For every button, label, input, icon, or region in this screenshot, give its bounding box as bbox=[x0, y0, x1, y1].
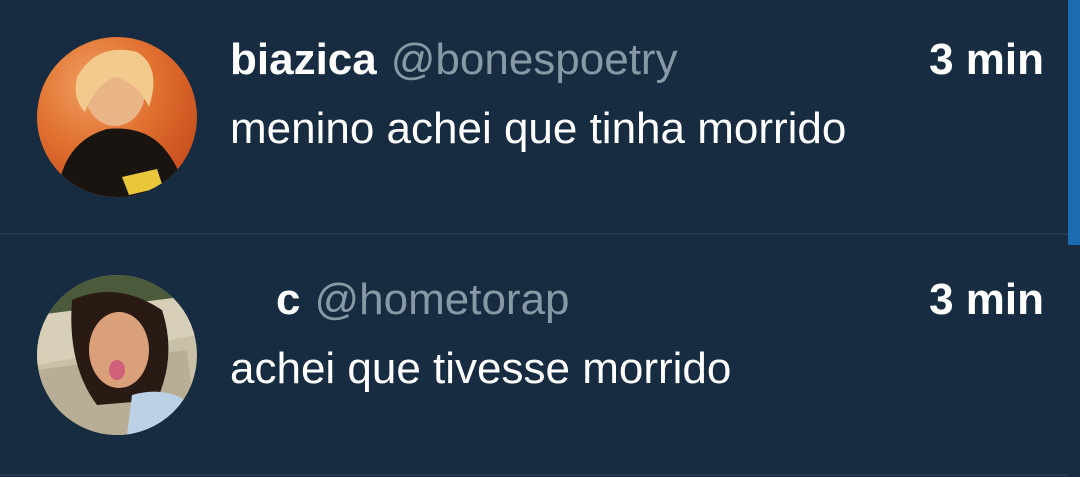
tweet-item[interactable]: biazica @bonespoetry 3 min menino achei … bbox=[0, 0, 1068, 235]
scroll-indicator[interactable] bbox=[1068, 0, 1080, 245]
tweet-item[interactable]: c @hometorap 3 min achei que tivesse mor… bbox=[0, 235, 1068, 477]
divider bbox=[0, 474, 1068, 476]
timestamp: 3 min bbox=[929, 35, 1044, 84]
timestamp: 3 min bbox=[929, 275, 1044, 324]
user-handle[interactable]: @bonespoetry bbox=[391, 32, 678, 88]
tweet-text: menino achei que tinha morrido bbox=[230, 104, 847, 153]
user-handle[interactable]: @hometorap bbox=[314, 272, 569, 328]
avatar[interactable] bbox=[37, 275, 197, 435]
display-name[interactable]: biazica bbox=[230, 32, 377, 88]
tweet-header: c @hometorap 3 min bbox=[230, 272, 1044, 328]
reply-feed: biazica @bonespoetry 3 min menino achei … bbox=[0, 0, 1080, 477]
avatar[interactable] bbox=[37, 37, 197, 197]
tweet-header: biazica @bonespoetry 3 min bbox=[230, 32, 1044, 88]
display-name[interactable]: c bbox=[276, 272, 300, 328]
tweet-text: achei que tivesse morrido bbox=[230, 344, 732, 393]
